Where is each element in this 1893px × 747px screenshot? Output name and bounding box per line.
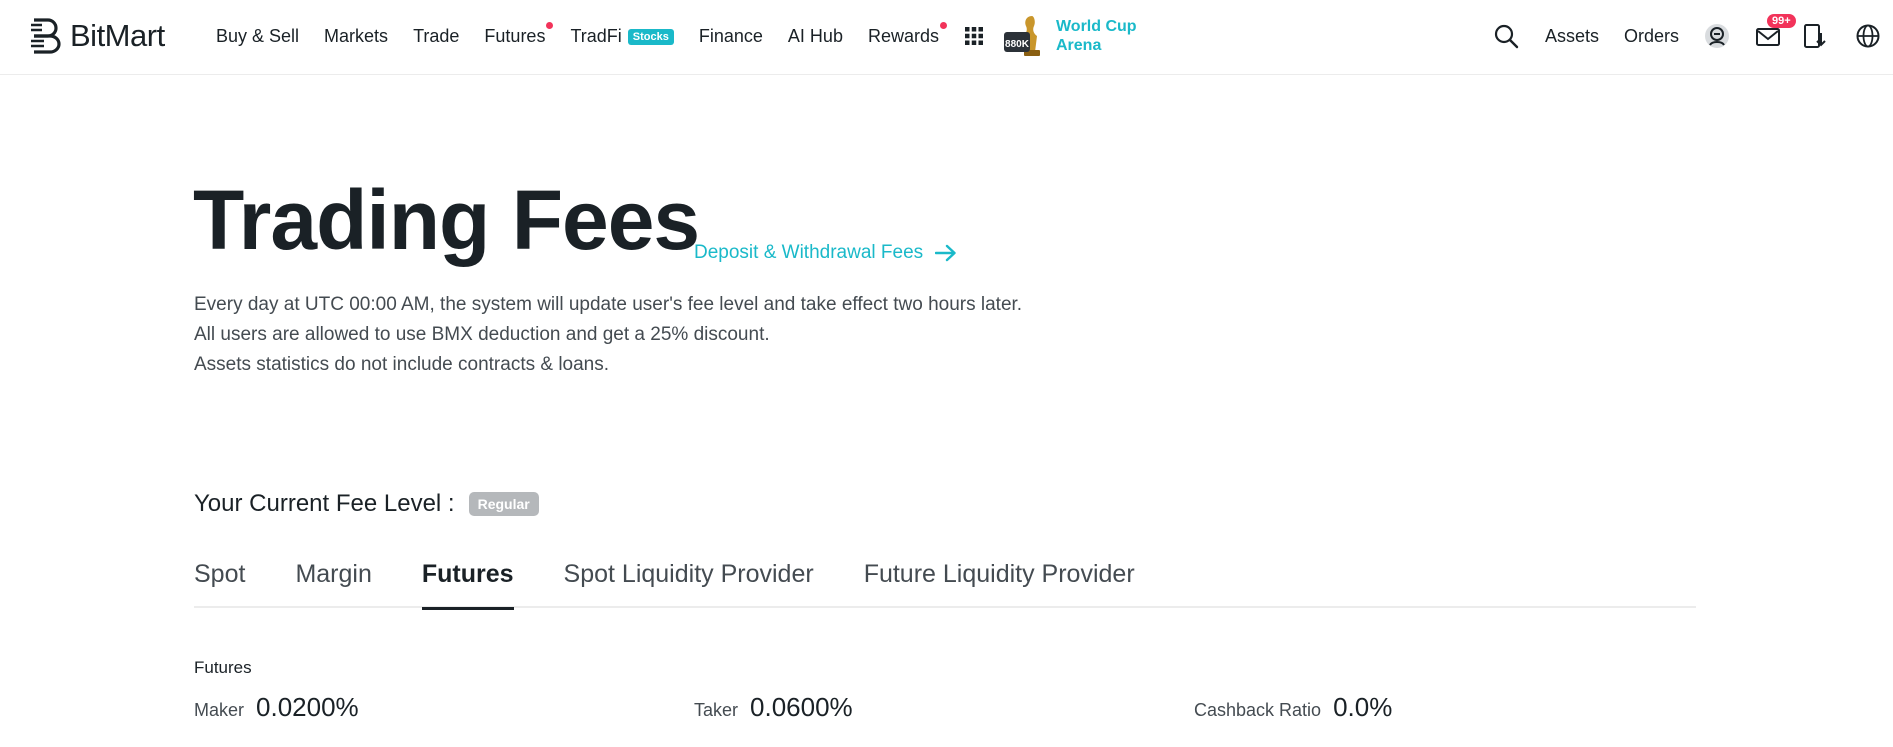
maker-value: 0.0200% xyxy=(256,692,359,722)
tab-margin[interactable]: Margin xyxy=(295,560,371,608)
page-title: Trading Fees xyxy=(193,173,700,267)
nav-finance-label: Finance xyxy=(698,25,763,46)
trophy-prize-text: 880K xyxy=(1005,39,1030,50)
nav-tradfi-label: TradFi xyxy=(570,25,622,46)
nav-finance[interactable]: Finance xyxy=(699,26,763,47)
orders-link[interactable]: Orders xyxy=(1624,26,1679,47)
taker-rate: Taker 0.0600% xyxy=(694,692,853,723)
notification-dot xyxy=(939,21,947,29)
arrow-right-icon xyxy=(935,244,956,262)
description-line-3: Assets statistics do not include contrac… xyxy=(194,354,610,375)
maker-label: Maker xyxy=(194,700,245,720)
current-fee-level: Your Current Fee Level : Regular xyxy=(194,490,539,518)
nav-tradfi[interactable]: TradFi Stocks xyxy=(570,25,674,47)
fee-tabs: Spot Margin Futures Spot Liquidity Provi… xyxy=(194,560,1696,610)
description-line-1: Every day at UTC 00:00 AM, the system wi… xyxy=(194,294,1023,315)
nav-ai-hub-label: AI Hub xyxy=(787,25,843,46)
world-cup-line1: World Cup xyxy=(1055,18,1137,35)
tab-futures[interactable]: Futures xyxy=(421,560,514,610)
deposit-link-label: Deposit & Withdrawal Fees xyxy=(694,242,924,263)
section-title: Futures xyxy=(194,658,252,677)
stocks-badge: Stocks xyxy=(627,28,674,45)
deposit-withdrawal-fees-link[interactable]: Deposit & Withdrawal Fees xyxy=(694,242,957,264)
world-cup-line2: Arena xyxy=(1055,37,1102,54)
search-icon[interactable] xyxy=(1493,23,1519,49)
cashback-rate: Cashback Ratio 0.0% xyxy=(1194,692,1392,723)
nav-buy-sell[interactable]: Buy & Sell xyxy=(216,26,299,47)
bitmart-logo[interactable]: BitMart xyxy=(30,16,165,56)
trophy-icon: 880K xyxy=(1003,16,1040,56)
nav-rewards[interactable]: Rewards xyxy=(867,21,947,47)
nav-trade[interactable]: Trade xyxy=(413,26,459,47)
notification-count-badge: 99+ xyxy=(1767,14,1796,28)
right-nav: Assets Orders 99+ xyxy=(1493,0,1893,72)
taker-value: 0.0600% xyxy=(750,692,853,722)
taker-label: Taker xyxy=(694,700,739,720)
world-cup-arena-promo[interactable]: 880K World Cup Arena xyxy=(1002,12,1137,60)
apps-grid-icon[interactable] xyxy=(964,26,984,46)
cashback-value: 0.0% xyxy=(1333,692,1393,722)
fee-level-badge: Regular xyxy=(468,492,539,516)
description-line-2: All users are allowed to use BMX deducti… xyxy=(194,324,770,345)
nav-trade-label: Trade xyxy=(413,25,460,46)
notification-dot xyxy=(546,21,554,29)
main-nav: Buy & Sell Markets Trade Futures TradFi S… xyxy=(216,0,1137,72)
assets-link[interactable]: Assets xyxy=(1545,26,1599,47)
tab-spot-liquidity-provider[interactable]: Spot Liquidity Provider xyxy=(564,560,814,608)
cashback-label: Cashback Ratio xyxy=(1194,700,1322,720)
nav-futures-label: Futures xyxy=(484,25,546,46)
brand-name: BitMart xyxy=(70,18,165,53)
nav-markets-label: Markets xyxy=(324,25,389,46)
tab-future-liquidity-provider[interactable]: Future Liquidity Provider xyxy=(864,560,1135,608)
fee-level-label: Your Current Fee Level : xyxy=(194,490,455,517)
nav-buy-sell-label: Buy & Sell xyxy=(216,25,300,46)
fee-description: Every day at UTC 00:00 AM, the system wi… xyxy=(194,290,1022,380)
nav-futures[interactable]: Futures xyxy=(484,21,554,47)
maker-rate: Maker 0.0200% xyxy=(194,692,359,723)
world-cup-arena-label: World Cup Arena xyxy=(1056,17,1137,55)
nav-rewards-label: Rewards xyxy=(867,25,939,46)
bitmart-logo-icon xyxy=(31,18,61,54)
avatar-icon[interactable] xyxy=(1704,23,1730,49)
notifications-button[interactable]: 99+ xyxy=(1755,14,1796,49)
tab-spot[interactable]: Spot xyxy=(194,560,245,608)
download-app-icon[interactable] xyxy=(1801,23,1827,49)
nav-ai-hub[interactable]: AI Hub xyxy=(788,26,843,47)
nav-markets[interactable]: Markets xyxy=(324,26,388,47)
top-navigation-bar: BitMart Buy & Sell Markets Trade Futures… xyxy=(0,0,1893,75)
fee-rates: Maker 0.0200% Taker 0.0600% Cashback Rat… xyxy=(194,692,1614,732)
globe-icon[interactable] xyxy=(1855,23,1881,49)
